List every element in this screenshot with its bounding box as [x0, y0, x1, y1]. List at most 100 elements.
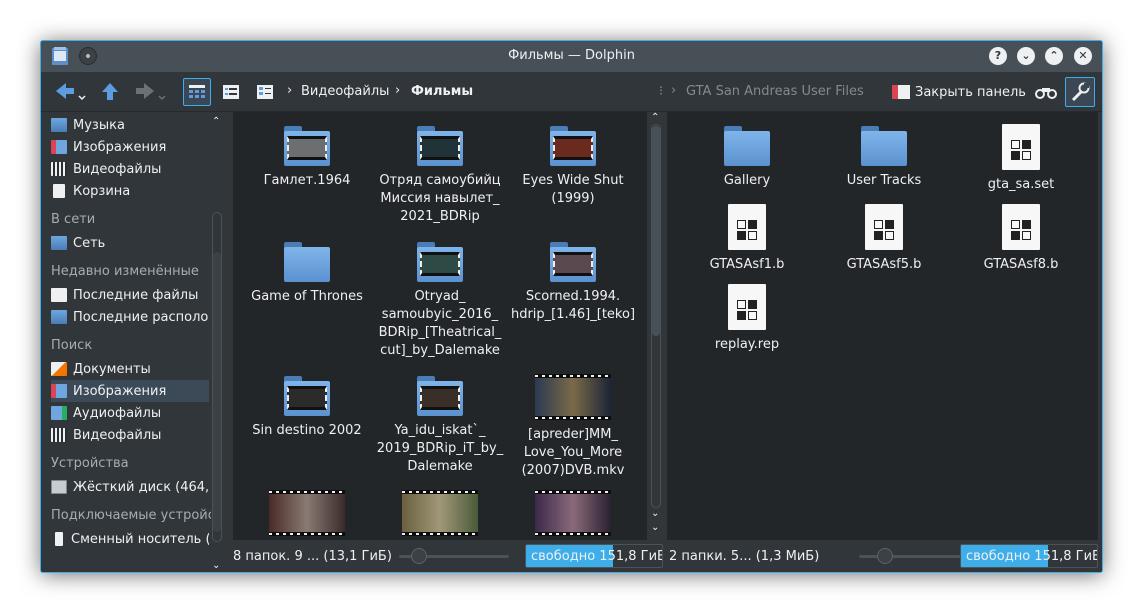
list-item[interactable]: Ya_idu_iskat`_ 2019_BDRip_iT_by_ Dalemak… — [374, 376, 506, 476]
list-item[interactable] — [507, 490, 639, 536]
left-view-scrollbar[interactable]: ⌃ ⌄ ⌄ — [647, 112, 665, 540]
compact-view-button[interactable] — [217, 78, 245, 106]
breadcrumb-films[interactable]: Фильмы — [411, 84, 473, 99]
list-item[interactable]: GTASAsf8.b — [955, 204, 1087, 274]
recent-header: Недавно изменённые — [51, 264, 199, 279]
sidebar-item-pictures[interactable]: Изображения — [51, 136, 209, 158]
list-item[interactable]: Sin destino 2002 — [241, 376, 373, 440]
details-view-button[interactable] — [251, 78, 279, 106]
back-button[interactable] — [51, 77, 87, 107]
music-folder-icon — [51, 118, 67, 132]
find-button[interactable] — [1033, 77, 1059, 107]
forward-arrow-icon — [136, 83, 166, 101]
recent-locations-icon — [51, 310, 67, 324]
list-item[interactable]: User Tracks — [818, 126, 950, 190]
zoom-slider-handle[interactable] — [411, 548, 427, 564]
list-item[interactable]: Гамлет.1964 — [241, 126, 373, 190]
dolphin-window: Фильмы — Dolphin ? ⌄ ⌃ ✕ › Видеофайлы › … — [40, 40, 1103, 573]
breadcrumb-chevron-icon: › — [395, 83, 401, 98]
video-folder-icon — [417, 376, 463, 416]
video-folder-icon — [550, 242, 596, 282]
list-item[interactable]: Scorned.1994. hdrip_[1.46]_[teko] — [507, 242, 639, 324]
sidebar-item-removable[interactable]: Сменный носитель (7 — [51, 528, 209, 550]
video-folder-icon — [51, 162, 67, 176]
list-item[interactable]: Game of Thrones — [241, 242, 373, 306]
unknown-file-icon — [1002, 204, 1040, 250]
sidebar-item-documents[interactable]: Документы — [51, 358, 209, 380]
list-item[interactable]: gta_sa.set — [955, 124, 1087, 194]
breadcrumb-videofiles[interactable]: Видеофайлы — [301, 84, 389, 99]
list-item[interactable]: GTASAsf1.b — [681, 204, 813, 274]
places-panel: Музыка Изображения Видеофайлы Корзина В … — [41, 112, 227, 572]
right-free-space[interactable]: свободно 151,8 ГиБ — [960, 544, 1098, 568]
close-panel-icon — [892, 85, 910, 99]
up-button[interactable] — [99, 77, 121, 107]
scroll-up-icon[interactable]: ⌃ — [212, 116, 220, 127]
sidebar-item-audio[interactable]: Аудиофайлы — [51, 402, 209, 424]
audio-icon — [51, 406, 67, 420]
statusbar: 8 папок. 9 ... (13,1 ГиБ) свободно 151,8… — [227, 540, 1102, 572]
close-button[interactable]: ✕ — [1074, 47, 1092, 65]
forward-button[interactable] — [133, 77, 169, 107]
left-free-space[interactable]: свободно 151,8 ГиБ — [525, 544, 663, 568]
list-item[interactable]: GTASAsf5.b — [818, 204, 950, 274]
icons-view-button[interactable] — [183, 78, 211, 106]
pictures-folder-icon — [51, 140, 67, 154]
sidebar-item-hard-disk[interactable]: Жёсткий диск (464,8 Г — [51, 476, 209, 498]
toolbar: › Видеофайлы › Фильмы ⁝ › GTA San Andrea… — [41, 72, 1102, 112]
sidebar-scrollbar-thumb[interactable] — [213, 252, 221, 532]
list-item[interactable]: [apreder]MM_ Love_You_More (2007)DVB.mkv — [507, 374, 639, 480]
scroll-down-icon[interactable]: ⌄ — [651, 508, 659, 519]
video-thumbnail — [402, 490, 478, 536]
left-status-text: 8 папок. 9 ... (13,1 ГиБ) — [233, 549, 392, 564]
folder-icon — [724, 126, 770, 166]
sidebar-item-trash[interactable]: Корзина — [51, 180, 209, 202]
control-menu-button[interactable] — [1065, 77, 1095, 107]
left-file-view[interactable]: Гамлет.1964 Отряд самоубийц Миссия навыл… — [233, 112, 665, 540]
up-arrow-icon — [102, 83, 118, 100]
sidebar-item-network[interactable]: Сеть — [51, 232, 209, 254]
titlebar[interactable]: Фильмы — Dolphin ? ⌄ ⌃ ✕ — [41, 41, 1102, 72]
unknown-file-icon — [728, 284, 766, 330]
help-button[interactable]: ? — [989, 47, 1007, 65]
icons-view-icon — [189, 85, 205, 98]
video-folder-icon — [284, 126, 330, 166]
unknown-file-icon — [1002, 124, 1040, 170]
list-item[interactable]: replay.rep — [681, 284, 813, 354]
details-view-icon — [257, 85, 273, 99]
right-zoom-slider[interactable] — [859, 548, 969, 564]
zoom-slider-handle[interactable] — [877, 548, 893, 564]
left-zoom-slider[interactable] — [399, 548, 509, 564]
list-item[interactable]: Отряд самоубийц Миссия навылет_ 2021_BDR… — [374, 126, 506, 226]
video-thumbnail — [269, 490, 345, 536]
wrench-icon — [1071, 82, 1090, 102]
list-item[interactable]: Eyes Wide Shut (1999) — [507, 126, 639, 208]
maximize-button[interactable]: ⌃ — [1045, 47, 1063, 65]
list-item[interactable]: Gallery — [681, 126, 813, 190]
sidebar-item-search-pictures[interactable]: Изображения — [51, 380, 209, 402]
network-header: В сети — [51, 212, 96, 227]
close-panel-button[interactable]: Закрыть панель — [891, 77, 1027, 107]
back-arrow-icon — [56, 83, 86, 101]
scrollbar-thumb[interactable] — [652, 126, 660, 336]
right-file-view[interactable]: Gallery User Tracks gta_sa.set GTASAsf1.… — [667, 112, 1098, 540]
sidebar-item-videos[interactable]: Видеофайлы — [51, 158, 209, 180]
binoculars-icon — [1035, 88, 1057, 99]
sidebar-item-music[interactable]: Музыка — [51, 114, 209, 136]
sidebar-item-recent-files[interactable]: Последние файлы — [51, 284, 209, 306]
splitter-handle-icon: ⁝ — [659, 84, 664, 99]
list-item[interactable] — [374, 490, 506, 536]
scroll-up-icon[interactable]: ⌃ — [651, 112, 659, 123]
video-folder-icon — [550, 126, 596, 166]
unknown-file-icon — [865, 204, 903, 250]
usb-icon — [55, 532, 63, 546]
minimize-button[interactable]: ⌄ — [1017, 47, 1035, 65]
scroll-down-icon[interactable]: ⌄ — [212, 560, 220, 571]
right-pane-path[interactable]: GTA San Andreas User Files — [686, 84, 864, 99]
sidebar-item-search-videos[interactable]: Видеофайлы — [51, 424, 209, 446]
list-item[interactable] — [241, 490, 373, 536]
scroll-down-icon[interactable]: ⌄ — [651, 522, 659, 533]
list-item[interactable]: Otryad_ samoubyic_2016_ BDRip_[Theatrica… — [374, 242, 506, 360]
sidebar-item-recent-locations[interactable]: Последние располож — [51, 306, 209, 328]
video-icon — [51, 428, 67, 442]
